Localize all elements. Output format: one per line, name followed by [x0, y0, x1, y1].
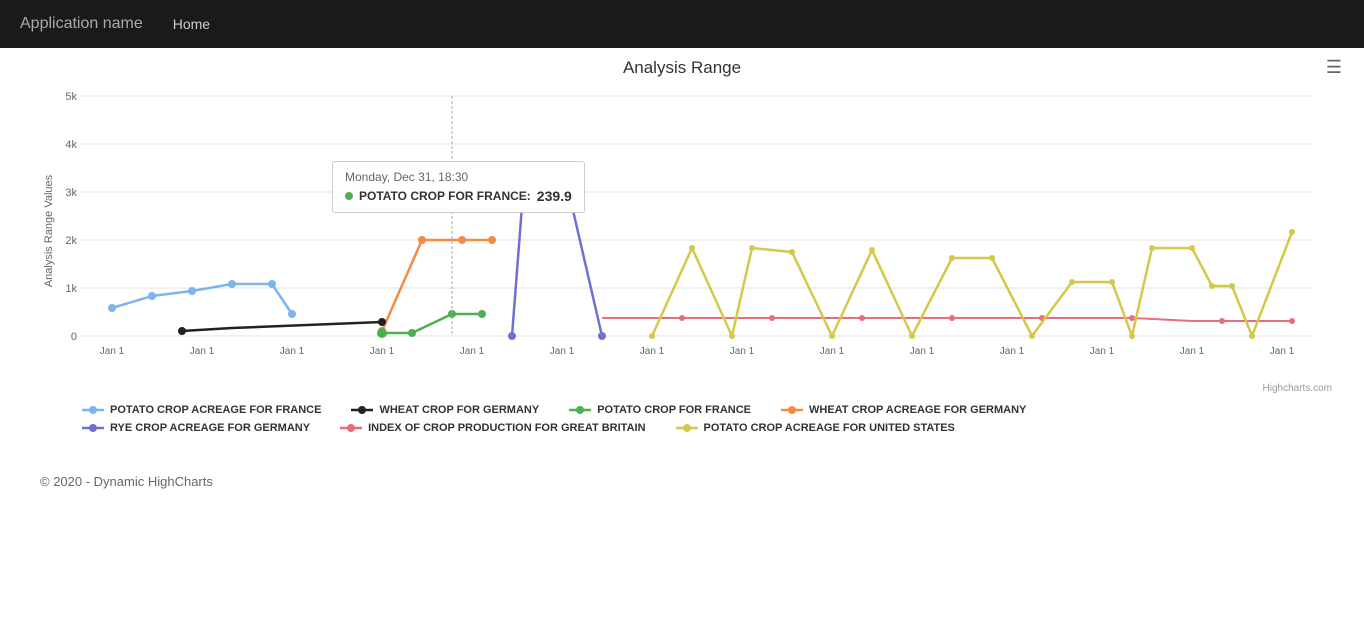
chart-area: Analysis Range Values 5k 4k 3k 2k 1k	[22, 86, 1342, 381]
legend-item-0[interactable]: POTATO CROP ACREAGE FOR FRANCE	[82, 404, 321, 416]
legend-label-3: WHEAT CROP FOR GERMANY	[379, 404, 539, 416]
svg-text:Jan 1: Jan 1	[100, 346, 125, 357]
svg-text:Jan 1: Jan 1	[820, 346, 845, 357]
svg-text:3k: 3k	[65, 187, 77, 199]
svg-text:2k: 2k	[65, 235, 77, 247]
legend-label-4: RYE CROP ACREAGE FOR GERMANY	[110, 422, 310, 434]
legend-label-5: POTATO CROP FOR FRANCE	[597, 404, 751, 416]
legend-icon-4	[82, 423, 104, 433]
legend-icon-6	[340, 423, 362, 433]
legend-icon-0	[82, 405, 104, 415]
app-name: Application name	[20, 15, 143, 33]
home-link[interactable]: Home	[173, 16, 210, 32]
navbar: Application name Home	[0, 0, 1364, 48]
svg-text:Jan 1: Jan 1	[1180, 346, 1205, 357]
chart-title: Analysis Range	[623, 58, 741, 78]
svg-text:Jan 1: Jan 1	[730, 346, 755, 357]
legend-label-2: POTATO CROP ACREAGE FOR UNITED STATES	[704, 422, 955, 434]
svg-text:Jan 1: Jan 1	[370, 346, 395, 357]
legend-item-4[interactable]: RYE CROP ACREAGE FOR GERMANY	[82, 422, 310, 434]
legend-label-0: POTATO CROP ACREAGE FOR FRANCE	[110, 404, 321, 416]
svg-text:Jan 1: Jan 1	[280, 346, 305, 357]
svg-text:4k: 4k	[65, 139, 77, 151]
svg-text:1k: 1k	[65, 283, 77, 295]
legend-item-1[interactable]: WHEAT CROP ACREAGE FOR GERMANY	[781, 404, 1026, 416]
svg-text:Jan 1: Jan 1	[1090, 346, 1115, 357]
legend-item-3[interactable]: WHEAT CROP FOR GERMANY	[351, 404, 539, 416]
legend-item-6[interactable]: INDEX OF CROP PRODUCTION FOR GREAT BRITA…	[340, 422, 645, 434]
footer: © 2020 - Dynamic HighCharts	[20, 444, 1344, 499]
svg-text:Jan 1: Jan 1	[1270, 346, 1295, 357]
chart-title-bar: Analysis Range ☰	[22, 58, 1342, 78]
svg-text:Jan 1: Jan 1	[1000, 346, 1025, 357]
hamburger-icon[interactable]: ☰	[1326, 58, 1342, 76]
hc-credit: Highcharts.com	[22, 383, 1342, 394]
svg-text:Jan 1: Jan 1	[460, 346, 485, 357]
legend-label-1: WHEAT CROP ACREAGE FOR GERMANY	[809, 404, 1026, 416]
chart-legend: POTATO CROP ACREAGE FOR FRANCE WHEAT CRO…	[22, 394, 1342, 444]
legend-icon-2	[676, 423, 698, 433]
legend-item-5[interactable]: POTATO CROP FOR FRANCE	[569, 404, 751, 416]
legend-item-2[interactable]: POTATO CROP ACREAGE FOR UNITED STATES	[676, 422, 955, 434]
svg-text:Jan 1: Jan 1	[640, 346, 665, 357]
svg-text:0: 0	[71, 331, 77, 343]
footer-text: © 2020 - Dynamic HighCharts	[40, 474, 213, 489]
svg-text:Jan 1: Jan 1	[910, 346, 935, 357]
svg-text:5k: 5k	[65, 91, 77, 103]
chart-svg: Analysis Range Values 5k 4k 3k 2k 1k	[22, 86, 1342, 376]
y-axis-label: Analysis Range Values	[43, 174, 55, 287]
svg-text:Jan 1: Jan 1	[550, 346, 575, 357]
legend-icon-1	[781, 405, 803, 415]
page-content: Analysis Range ☰ Analysis Range Values 5…	[0, 48, 1364, 519]
legend-icon-5	[569, 405, 591, 415]
chart-wrapper: Analysis Range ☰ Analysis Range Values 5…	[22, 58, 1342, 444]
legend-icon-3	[351, 405, 373, 415]
legend-label-6: INDEX OF CROP PRODUCTION FOR GREAT BRITA…	[368, 422, 645, 434]
svg-text:Jan 1: Jan 1	[190, 346, 215, 357]
